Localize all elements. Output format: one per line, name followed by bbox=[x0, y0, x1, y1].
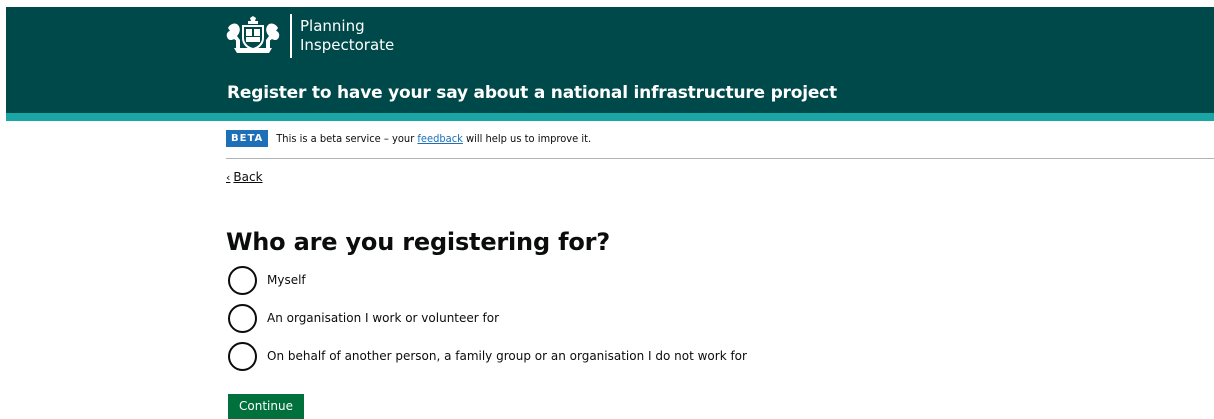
service-name-link[interactable]: Register to have your say about a nation… bbox=[227, 83, 837, 103]
radio-option-organisation[interactable]: An organisation I work or volunteer for bbox=[228, 303, 747, 333]
royal-crest-icon bbox=[226, 16, 280, 53]
chevron-left-icon: ‹ bbox=[226, 170, 231, 184]
back-link-label: Back bbox=[233, 170, 263, 184]
beta-tag: BETA bbox=[226, 130, 269, 147]
logo-line-inspectorate: Inspectorate bbox=[300, 36, 395, 54]
header-stripe bbox=[6, 113, 1214, 121]
radio-button[interactable] bbox=[228, 265, 257, 295]
planning-inspectorate-logo[interactable]: Planning Inspectorate bbox=[226, 13, 394, 59]
radio-label[interactable]: Myself bbox=[267, 273, 306, 287]
radio-option-on-behalf[interactable]: On behalf of another person, a family gr… bbox=[228, 341, 747, 371]
phase-banner-text: This is a beta service – your feedback w… bbox=[276, 130, 591, 147]
continue-button[interactable]: Continue bbox=[228, 394, 304, 419]
logo-line-planning: Planning bbox=[300, 17, 365, 35]
page-title: Who are you registering for? bbox=[226, 228, 610, 256]
radio-button[interactable] bbox=[228, 303, 257, 333]
radio-option-myself[interactable]: Myself bbox=[228, 265, 747, 295]
radio-label[interactable]: An organisation I work or volunteer for bbox=[267, 311, 499, 325]
phase-banner: BETA This is a beta service – your feedb… bbox=[226, 130, 1214, 159]
radio-button[interactable] bbox=[228, 341, 257, 371]
feedback-link[interactable]: feedback bbox=[417, 132, 462, 145]
radio-label[interactable]: On behalf of another person, a family gr… bbox=[267, 349, 747, 363]
phase-text-after: will help us to improve it. bbox=[462, 132, 592, 145]
registering-for-radio-group: Myself An organisation I work or volunte… bbox=[228, 265, 747, 379]
phase-text-before: This is a beta service – your bbox=[276, 132, 418, 145]
logo-text: Planning Inspectorate bbox=[300, 17, 394, 55]
back-link[interactable]: ‹ Back bbox=[226, 170, 263, 184]
logo-divider bbox=[290, 14, 292, 58]
